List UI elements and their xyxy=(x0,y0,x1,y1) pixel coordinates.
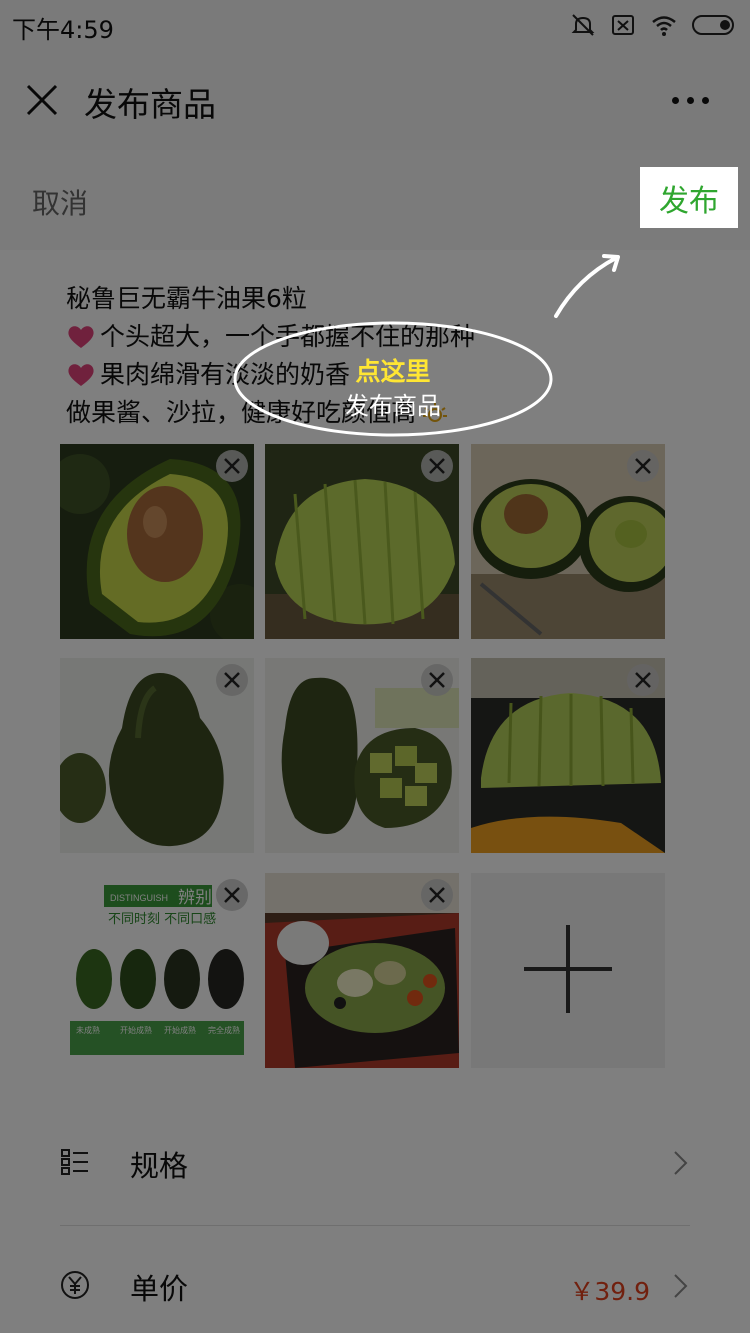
remove-photo-button[interactable] xyxy=(421,664,453,696)
guide-stage-label: 未成熟 xyxy=(76,1025,100,1035)
remove-photo-button[interactable] xyxy=(216,879,248,911)
close-icon xyxy=(224,458,240,474)
remove-photo-button[interactable] xyxy=(216,450,248,482)
guide-banner-en: DISTINGUISH xyxy=(110,893,168,903)
battery-icon xyxy=(692,15,734,35)
chevron-right-icon xyxy=(674,1151,688,1175)
more-dot-icon xyxy=(687,96,694,104)
more-dot-icon xyxy=(702,96,709,104)
product-photo[interactable] xyxy=(265,444,459,639)
status-bar: 下午4:59 xyxy=(0,0,750,50)
close-icon xyxy=(635,458,651,474)
title-bar: 发布商品 xyxy=(0,50,750,150)
product-photo[interactable] xyxy=(265,873,459,1068)
price-label: 单价 xyxy=(130,1272,189,1306)
close-icon xyxy=(224,887,240,903)
status-icons xyxy=(570,12,738,38)
list-icon xyxy=(61,1149,88,1175)
price-row[interactable]: 单价 ￥39.9 xyxy=(60,1226,690,1333)
wifi-icon xyxy=(652,16,676,36)
remove-photo-button[interactable] xyxy=(421,879,453,911)
remove-photo-button[interactable] xyxy=(627,664,659,696)
close-icon xyxy=(429,887,445,903)
mute-bell-icon xyxy=(571,14,595,36)
more-dot-icon xyxy=(672,96,679,104)
yen-icon xyxy=(61,1271,89,1299)
cancel-button[interactable]: 取消 xyxy=(32,182,88,222)
spec-row[interactable]: 规格 xyxy=(60,1103,690,1223)
plus-icon xyxy=(524,925,612,1013)
publish-button[interactable]: 发布 xyxy=(640,167,738,228)
tip-text: 发布商品 xyxy=(345,392,441,420)
more-menu-button[interactable] xyxy=(672,88,712,112)
chevron-right-icon xyxy=(674,1274,688,1298)
product-photo[interactable] xyxy=(60,658,254,853)
spec-label: 规格 xyxy=(130,1149,189,1183)
description-title: 秘鲁巨无霸牛油果6粒 xyxy=(66,284,307,313)
price-value: ￥39.9 xyxy=(569,1277,650,1306)
guide-stage-label: 完全成熟 xyxy=(208,1025,240,1035)
product-photo[interactable]: DISTINGUISH 辨别 不同时刻 不同口感 未成熟 开始成熟 开始成熟 完… xyxy=(60,873,254,1068)
remove-photo-button[interactable] xyxy=(627,450,659,482)
close-icon xyxy=(429,458,445,474)
guide-stage-label: 开始成熟 xyxy=(164,1025,196,1035)
product-photo[interactable] xyxy=(471,658,665,853)
heart-icon xyxy=(68,364,94,386)
close-icon xyxy=(429,672,445,688)
page-title: 发布商品 xyxy=(84,85,216,124)
remove-photo-button[interactable] xyxy=(216,664,248,696)
no-sim-icon xyxy=(612,15,634,35)
remove-photo-button[interactable] xyxy=(421,450,453,482)
close-icon xyxy=(224,672,240,688)
heart-icon xyxy=(68,326,94,348)
product-photo[interactable] xyxy=(265,658,459,853)
close-icon xyxy=(635,672,651,688)
add-photo-button[interactable] xyxy=(471,873,665,1068)
guide-subtitle: 不同时刻 不同口感 xyxy=(108,911,216,927)
tutorial-tip: 点这里 发布商品 xyxy=(232,320,554,438)
tip-highlight: 点这里 xyxy=(355,357,431,386)
close-icon[interactable] xyxy=(22,80,62,120)
guide-banner: 辨别 xyxy=(178,888,212,908)
product-photo[interactable] xyxy=(471,444,665,639)
action-bar: 取消 xyxy=(0,150,750,250)
tip-arrow-icon xyxy=(554,254,620,318)
product-photo[interactable] xyxy=(60,444,254,639)
status-time: 下午4:59 xyxy=(12,16,114,44)
guide-stage-label: 开始成熟 xyxy=(120,1025,152,1035)
